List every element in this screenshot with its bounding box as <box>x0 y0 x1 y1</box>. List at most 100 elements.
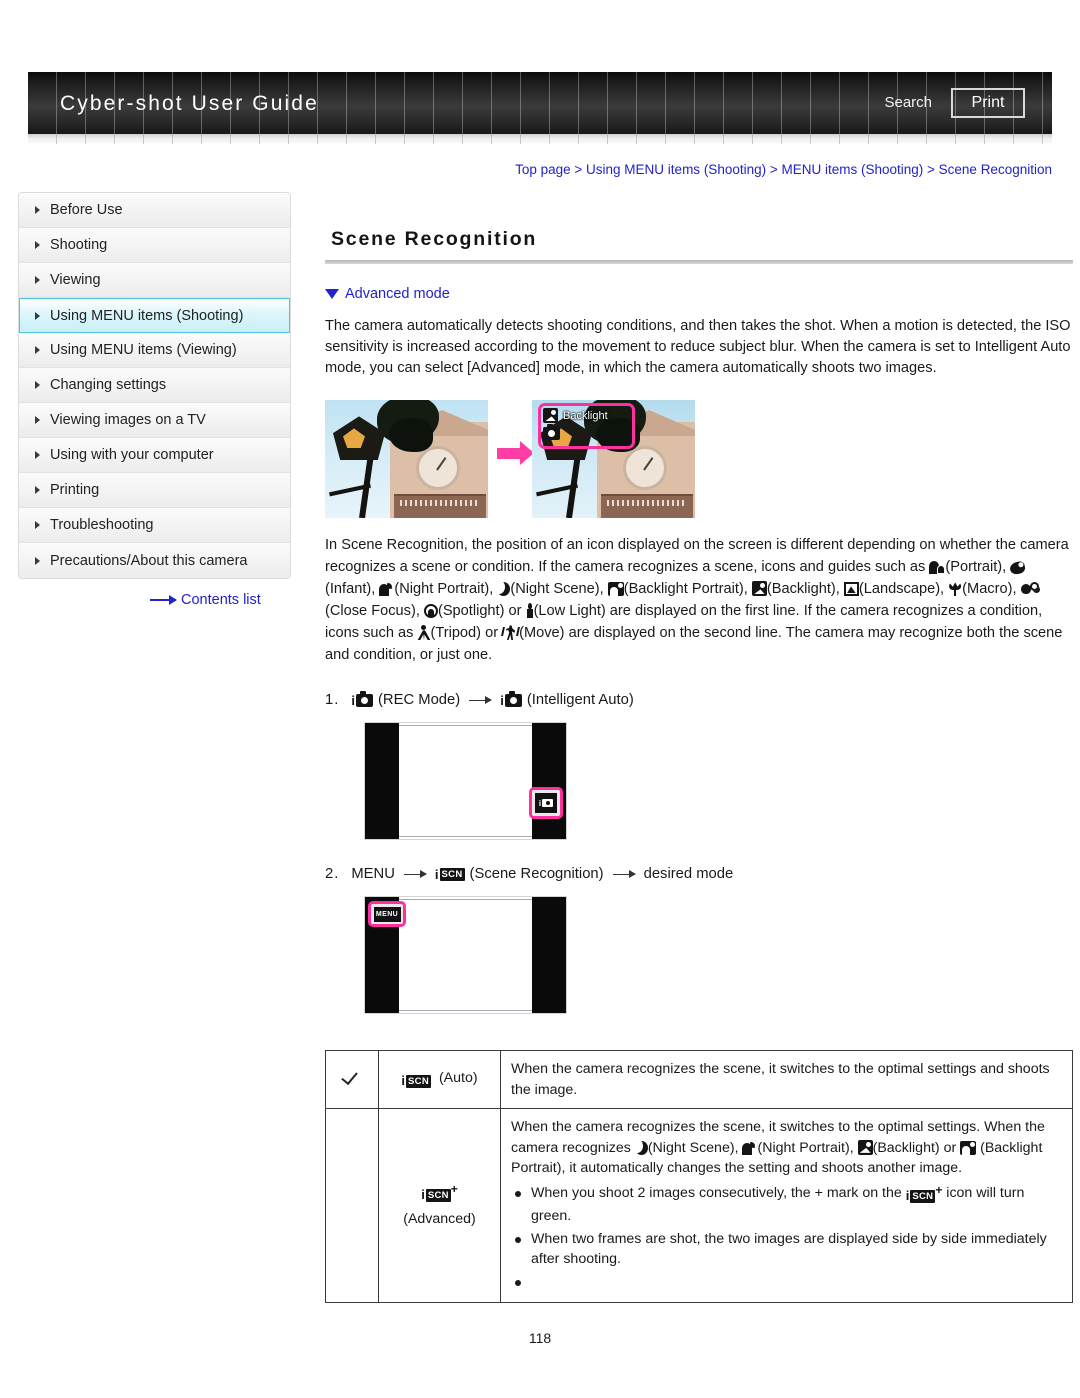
icon-label: (Macro), <box>962 581 1017 598</box>
lcd-illustration-step1: i <box>364 722 567 841</box>
sidebar-item-before-use[interactable]: Before Use <box>19 193 290 228</box>
icon-label: (Backlight), <box>766 581 840 598</box>
step-2: 2. MENU i SCN (Scene Recognition) desired… <box>325 866 1073 882</box>
body-paragraph: In Scene Recognition, the position of an… <box>325 534 1073 666</box>
rec-mode-button-highlight[interactable]: i <box>529 787 563 820</box>
list-item: When two frames are shot, the two images… <box>511 1229 1062 1270</box>
scene-recognition-modes-table: i SCN (Auto) When the camera recognizes t… <box>325 1050 1073 1304</box>
sidebar-item-using-computer[interactable]: Using with your computer <box>19 438 290 473</box>
arrow-right-icon <box>612 871 636 878</box>
clock-face <box>623 446 667 491</box>
arrow-right-icon <box>150 595 177 605</box>
night-portrait-icon <box>379 581 396 597</box>
transition-arrow-icon <box>497 441 534 466</box>
sidebar-item-label: Troubleshooting <box>50 517 154 533</box>
callout-backlight-row: Backlight <box>543 408 608 424</box>
table-row: i SCN + (Advanced) When the camera recogni… <box>325 1108 1073 1304</box>
iscn-advanced-icon: i SCN + <box>421 1181 458 1202</box>
camera-icon <box>504 690 522 707</box>
icon-label: (Move) are displayed on the <box>519 625 701 642</box>
step-label: (REC Mode) <box>377 692 461 709</box>
callout-label: Backlight <box>563 409 608 422</box>
clock-face <box>416 446 460 491</box>
iscn-advanced-icon: i SCN + <box>905 1182 943 1203</box>
spotlight-icon <box>423 604 438 619</box>
icon-label: (Landscape), <box>858 581 945 598</box>
camera-icon <box>355 690 373 707</box>
icon-label: (Night Portrait), <box>757 1139 854 1156</box>
sidebar-item-shooting[interactable]: Shooting <box>19 228 290 263</box>
arrow-right-icon <box>469 697 493 704</box>
macro-icon <box>948 582 962 597</box>
menu-button-highlight[interactable]: MENU <box>368 901 406 928</box>
building-facade <box>394 494 486 519</box>
rec-mode-icon: i <box>539 799 554 808</box>
mode-icon-cell-auto: i SCN (Auto) <box>378 1050 501 1110</box>
main-content: Scene Recognition Advanced mode The came… <box>325 192 1073 1304</box>
photo-before <box>325 400 488 519</box>
backlight-icon <box>857 1139 873 1155</box>
list-item: When you shoot 2 images consecutively, t… <box>511 1183 1062 1227</box>
search-button[interactable]: Search <box>884 94 932 111</box>
lcd-screen <box>399 725 532 838</box>
bullet-text-a: When you shoot 2 images consecutively, t… <box>531 1184 902 1201</box>
sidebar-item-using-menu-shooting[interactable]: Using MENU items (Shooting) <box>19 298 290 333</box>
backlight-portrait-icon <box>607 582 624 597</box>
sidebar-item-label: Precautions/About this camera <box>50 552 248 569</box>
body-text-as: as <box>909 559 926 576</box>
mode-icon-cell-advanced: i SCN + (Advanced) <box>378 1108 501 1304</box>
icon-label: (Night Scene), <box>510 581 604 598</box>
sidebar-nav: Before Use Shooting Viewing Using MENU i… <box>18 192 291 579</box>
mode-label: (Auto) <box>438 1070 478 1087</box>
list-item <box>511 1272 1062 1293</box>
sidebar-item-label: Viewing <box>50 272 101 288</box>
step-label: (Scene Recognition) <box>469 866 604 883</box>
sidebar-item-printing[interactable]: Printing <box>19 473 290 508</box>
chevron-right-icon <box>35 346 40 354</box>
icon-label: (Backlight Portrait), <box>623 581 748 598</box>
site-header: Cyber-shot User Guide Search Print <box>28 72 1052 134</box>
breadcrumb[interactable]: Top page > Using MENU items (Shooting) >… <box>515 162 1052 177</box>
chevron-right-icon <box>35 241 40 249</box>
sidebar-item-label: Printing <box>50 482 100 498</box>
rec-mode-button: i <box>535 793 557 814</box>
contents-list-label: Contents list <box>181 592 261 608</box>
lcd-left-bar <box>365 723 399 840</box>
tripod-icon <box>417 625 430 640</box>
sidebar-item-viewing-on-tv[interactable]: Viewing images on a TV <box>19 403 290 438</box>
default-checkmark-cell <box>325 1108 379 1304</box>
sidebar-item-label: Viewing images on a TV <box>50 412 206 428</box>
sidebar-item-using-menu-viewing[interactable]: Using MENU items (Viewing) <box>19 333 290 368</box>
sidebar-item-troubleshooting[interactable]: Troubleshooting <box>19 508 290 543</box>
camera-icon <box>542 799 554 808</box>
infant-icon <box>1009 560 1027 576</box>
backlight-portrait-icon <box>960 1140 977 1155</box>
title-divider <box>325 260 1073 264</box>
mode-label: (Advanced) <box>403 1211 476 1228</box>
print-button[interactable]: Print <box>951 88 1025 118</box>
chevron-right-icon <box>35 276 40 284</box>
chevron-right-icon <box>35 556 40 565</box>
chevron-right-icon <box>35 521 40 529</box>
advanced-mode-bullets: When you shoot 2 images consecutively, t… <box>511 1183 1062 1293</box>
check-icon <box>342 1069 362 1085</box>
step-label: desired mode <box>643 866 734 883</box>
scene-recognition-icon: i SCN <box>434 866 465 882</box>
landscape-icon <box>843 582 859 597</box>
page-title: Scene Recognition <box>331 228 538 250</box>
low-light-icon <box>526 603 534 619</box>
icon-label: (Spotlight) or <box>437 603 522 620</box>
building-facade <box>601 494 693 519</box>
icon-label: (Portrait), <box>945 559 1007 576</box>
menu-button: MENU <box>373 906 401 922</box>
sidebar-item-changing-settings[interactable]: Changing settings <box>19 368 290 403</box>
advanced-mode-link[interactable]: Advanced mode <box>325 286 1073 302</box>
sidebar-item-label: Before Use <box>50 202 123 218</box>
sidebar-item-viewing[interactable]: Viewing <box>19 263 290 298</box>
chevron-right-icon <box>35 486 40 494</box>
iscn-auto-icon: i SCN <box>401 1073 431 1089</box>
chevron-right-icon <box>35 451 40 459</box>
contents-list-link[interactable]: Contents list <box>150 592 261 608</box>
step-1: 1. i (REC Mode) i (Intelligent Auto) <box>325 690 1073 709</box>
sidebar-item-precautions[interactable]: Precautions/About this camera <box>19 543 290 578</box>
